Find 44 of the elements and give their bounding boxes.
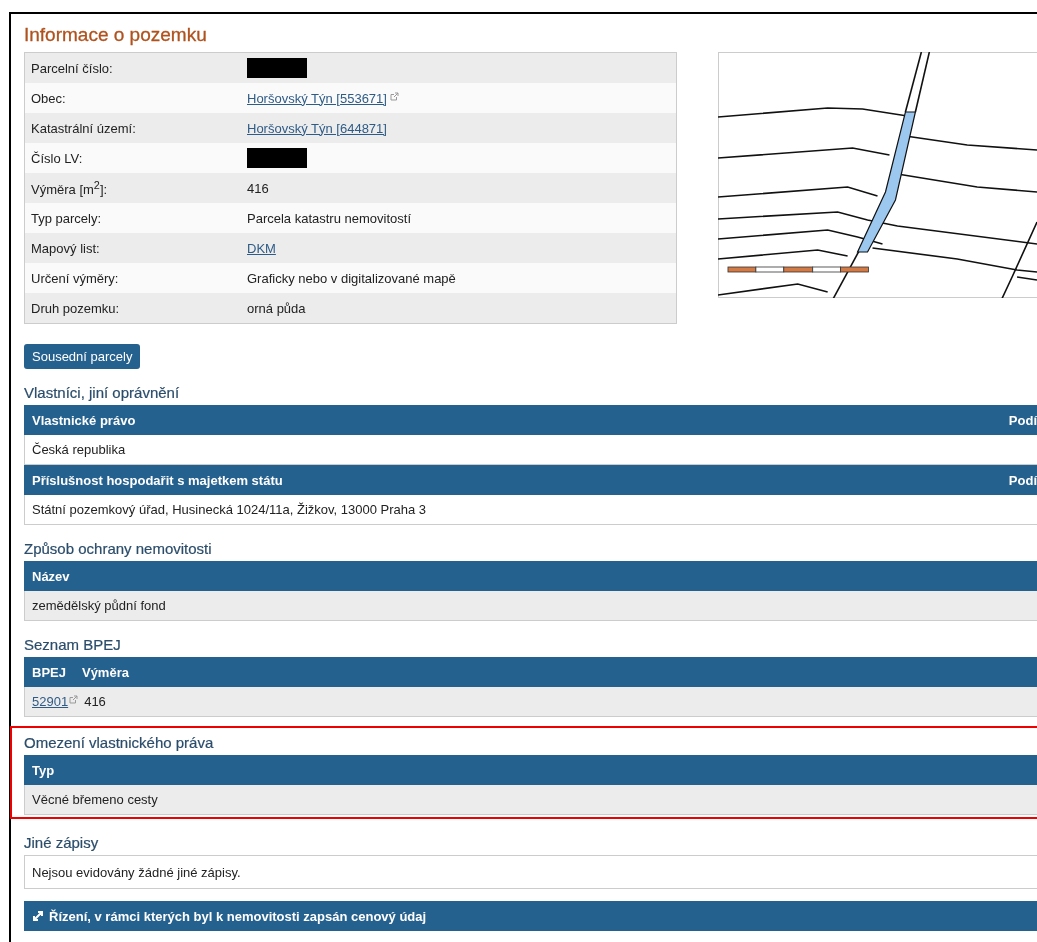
table-cell: 416 [84,694,106,709]
cell-link[interactable]: 52901 [32,694,69,709]
field-label: Typ parcely: [30,210,103,226]
column-heading: Podí [1008,472,1037,488]
field-label: Výměra [m$^{2}$]: [30,178,109,198]
table-cell: Státní pozemkový úřad, Husinecká 1024/11a, Žižkov, 13000 Praha 3 [32,502,427,517]
field-value: Parcela katastru nemovitostí [247,210,412,226]
page-title: Informace o pozemku [24,24,208,46]
table-cell: Česká republika [32,442,126,457]
section-heading: Seznam BPEJ [24,635,122,653]
column-heading: BPEJ [32,664,66,680]
column-heading: Výměra [81,664,129,680]
field-link[interactable]: Horšovský Týn [644871] [247,120,387,136]
field-label: Katastrální území: [30,120,137,136]
column-heading: Vlastnické právo [32,412,136,428]
field-value: Graficky nebo v digitalizované mapě [247,270,456,286]
column-heading: Typ [32,762,55,778]
table-cell: Věcné břemeno cesty [32,792,158,807]
redaction-bar [247,58,307,78]
note-text: Nejsou evidovány žádné jiné zápisy. [32,864,241,880]
field-label: Určení výměry: [30,270,120,286]
field-label: Obec: [30,90,67,106]
section-heading: Jiné zápisy [24,833,100,851]
field-label: Mapový list: [30,240,101,256]
column-heading: Název [32,568,70,584]
field-label: Druh pozemku: [30,300,121,316]
expand-arrow-icon [32,910,44,922]
field-link[interactable]: Horšovský Týn [553671] [247,90,387,106]
field-value: 416 [247,180,269,196]
redaction-bar [247,148,307,168]
column-heading: Podí [1008,412,1037,428]
neighbor-parcels-button[interactable]: Sousední parcely [24,344,141,369]
column-heading: Příslušnost hospodařit s majetkem státu [32,472,283,488]
field-link[interactable]: DKM [247,240,276,256]
table-cell: zemědělský půdní fond [32,598,166,613]
external-link-icon [69,695,79,704]
section-heading: Způsob ochrany nemovitosti [24,539,213,557]
section-heading: Vlastníci, jiní oprávnění [24,383,181,401]
price-records-bar[interactable]: Řízení, v rámci kterých byl k nemovitosti zapsán cenový údaj [24,901,1037,931]
field-label: Parcelní číslo: [30,60,114,76]
external-link-icon [389,91,399,101]
field-label: Číslo LV: [30,150,84,166]
section-heading: Omezení vlastnického práva [24,733,215,751]
field-value: orná půda [247,300,306,316]
